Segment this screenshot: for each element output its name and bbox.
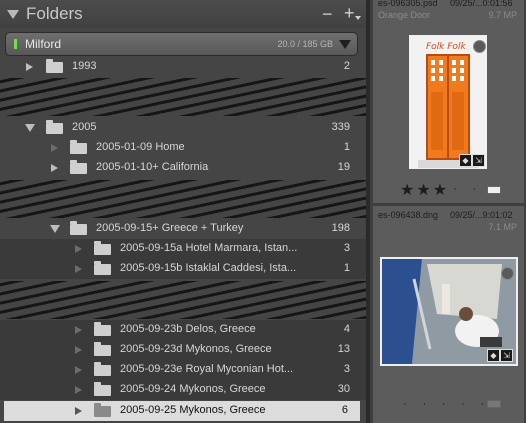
- volume-usage: 20.0 / 185 GB: [277, 39, 333, 49]
- folder-row-mykonos-24[interactable]: 2005-09-24 Mykonos, Greece 30: [0, 380, 366, 400]
- empty-triangle-icon: [75, 265, 82, 273]
- thumb-datetime: 09/25/...9:01:02: [450, 210, 513, 220]
- folder-icon: [70, 140, 87, 154]
- thumbnail-frame[interactable]: Folk Folk: [409, 35, 487, 169]
- folder-name: 2005: [72, 121, 97, 133]
- keyword-tag-badge-icon[interactable]: ◆: [459, 154, 472, 167]
- folder-count: 198: [331, 222, 350, 234]
- folder-row-hotel-marmara[interactable]: 2005-09-15a Hotel Marmara, Istan... 3: [0, 239, 366, 259]
- keyword-tag-badge-icon[interactable]: ◆: [487, 349, 500, 362]
- folder-row-2005[interactable]: 2005 339: [0, 118, 366, 138]
- folder-name: 2005-01-10+ California: [96, 161, 209, 173]
- list-break-separator: [0, 281, 366, 319]
- collapse-triangle-icon[interactable]: [25, 124, 35, 132]
- folder-row-istaklal[interactable]: 2005-09-15b Istaklal Caddesi, Ista... 1: [0, 259, 366, 279]
- folder-icon: [46, 120, 63, 134]
- folder-count: 13: [337, 343, 350, 355]
- folder-name: 2005-09-23e Royal Myconian Hot...: [120, 363, 294, 375]
- folder-row-mykonos-23d[interactable]: 2005-09-23d Mykonos, Greece 13: [0, 340, 366, 360]
- folder-row-delos[interactable]: 2005-09-23b Delos, Greece 4: [0, 320, 366, 340]
- volume-menu-triangle-icon[interactable]: [339, 40, 351, 49]
- folder-row-greece-turkey[interactable]: 2005-09-15+ Greece + Turkey 198: [0, 219, 366, 239]
- folder-count: 1: [343, 141, 350, 153]
- folder-name: 2005-09-23d Mykonos, Greece: [120, 343, 272, 355]
- folder-name: 2005-09-25 Mykonos, Greece: [120, 404, 266, 416]
- crop-badge-icon[interactable]: ⇲: [500, 349, 513, 362]
- filmstrip: es-096305.psd 09/25/...0:01:56 Orange Do…: [370, 0, 526, 423]
- folder-count: 339: [331, 121, 350, 133]
- empty-triangle-icon: [75, 407, 82, 415]
- folder-name: 2005-09-15+ Greece + Turkey: [96, 222, 244, 234]
- folder-icon: [94, 322, 111, 336]
- quick-collection-dot-icon[interactable]: [501, 267, 514, 280]
- folders-panel-header[interactable]: Folders − +: [0, 0, 366, 28]
- thumb-filename: es-096305.psd: [378, 0, 438, 8]
- folder-icon: [94, 403, 111, 417]
- folder-name: 2005-09-23b Delos, Greece: [120, 323, 256, 335]
- thumb-filename: es-096438.dng: [378, 210, 439, 220]
- folder-name: 1993: [72, 60, 97, 72]
- folder-count: 3: [343, 242, 350, 254]
- thumbnail-cell-orange-door[interactable]: es-096305.psd 09/25/...0:01:56 Orange Do…: [373, 0, 524, 203]
- orange-door-photo: Folk Folk: [410, 36, 486, 168]
- volume-bar[interactable]: Milford 20.0 / 185 GB: [5, 32, 358, 56]
- star-rating[interactable]: ★★★: [400, 180, 449, 200]
- folder-name: 2005-09-15b Istaklal Caddesi, Ista...: [120, 262, 297, 274]
- folder-count: 6: [341, 404, 348, 416]
- quick-collection-dot-icon[interactable]: [473, 40, 486, 53]
- empty-triangle-icon: [75, 346, 82, 354]
- unrated-dots[interactable]: · ·: [453, 181, 482, 195]
- collapse-triangle-icon[interactable]: [7, 10, 19, 19]
- unrated-dots[interactable]: · · · · ·: [403, 396, 490, 410]
- panel-title: Folders: [26, 4, 83, 23]
- folder-count: 19: [337, 161, 350, 173]
- folder-icon: [70, 160, 87, 174]
- folder-icon: [94, 362, 111, 376]
- thumbnail-cell-dng[interactable]: es-096438.dng 09/25/...9:01:02 7.1 MP ◆ …: [373, 206, 524, 423]
- add-folder-button[interactable]: +: [344, 4, 355, 22]
- folder-count: 2: [343, 60, 350, 72]
- folder-count: 1: [343, 262, 350, 274]
- empty-triangle-icon: [75, 366, 82, 374]
- folder-icon: [46, 59, 63, 73]
- folder-name: 2005-09-15a Hotel Marmara, Istan...: [120, 242, 298, 254]
- list-break-separator: [0, 78, 366, 116]
- folder-count: 4: [343, 323, 350, 335]
- add-menu-caret-icon[interactable]: [355, 16, 361, 20]
- folder-row-home[interactable]: 2005-01-09 Home 1: [0, 138, 366, 158]
- folder-row-california[interactable]: 2005-01-10+ California 19: [0, 158, 366, 178]
- folder-row-mykonos-25-selected[interactable]: 2005-09-25 Mykonos, Greece 6: [4, 401, 360, 421]
- door-sign-text: Folk Folk: [426, 42, 466, 52]
- collapse-triangle-icon[interactable]: [50, 225, 60, 233]
- thumb-datetime: 09/25/...0:01:56: [450, 0, 513, 8]
- color-label-icon[interactable]: [487, 400, 501, 408]
- volume-status-led: [14, 39, 17, 49]
- empty-triangle-icon: [75, 326, 82, 334]
- color-label-icon[interactable]: [487, 186, 501, 194]
- volume-name: Milford: [25, 37, 62, 51]
- folder-icon: [94, 241, 111, 255]
- folders-panel: Folders − + Milford 20.0 / 185 GB 1993 2…: [0, 0, 366, 423]
- remove-folder-button[interactable]: −: [322, 5, 333, 23]
- folder-count: 30: [337, 383, 350, 395]
- thumb-title: Orange Door: [378, 10, 431, 20]
- list-break-separator: [0, 180, 366, 218]
- expand-triangle-icon[interactable]: [51, 164, 58, 172]
- folder-row-royal-myconian[interactable]: 2005-09-23e Royal Myconian Hot... 3: [0, 360, 366, 380]
- thumb-megapixels: 9.7 MP: [488, 10, 517, 20]
- folder-row-1993[interactable]: 1993 2: [0, 57, 366, 77]
- folder-icon: [94, 382, 111, 396]
- folder-icon: [94, 261, 111, 275]
- folder-icon: [70, 221, 87, 235]
- crop-badge-icon[interactable]: ⇲: [472, 154, 485, 167]
- folder-name: 2005-01-09 Home: [96, 141, 185, 153]
- empty-triangle-icon: [51, 144, 58, 152]
- folder-count: 3: [343, 363, 350, 375]
- folder-icon: [94, 342, 111, 356]
- expand-triangle-icon[interactable]: [26, 63, 33, 71]
- folder-name: 2005-09-24 Mykonos, Greece: [120, 383, 266, 395]
- thumb-megapixels: 7.1 MP: [488, 222, 517, 232]
- empty-triangle-icon: [75, 386, 82, 394]
- empty-triangle-icon: [75, 245, 82, 253]
